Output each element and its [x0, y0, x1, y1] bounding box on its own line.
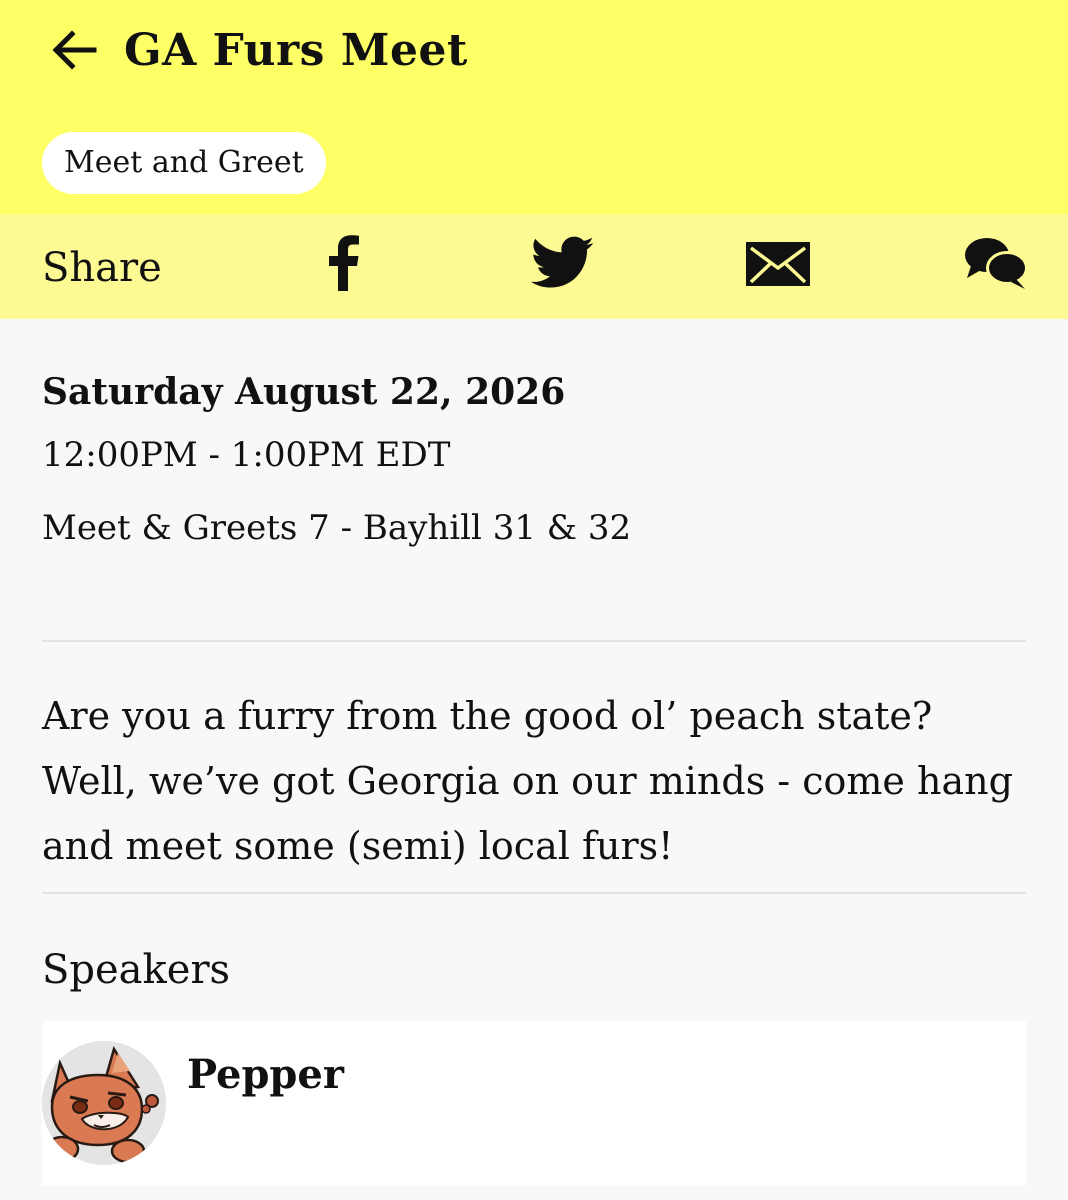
- speaker-name: Pepper: [187, 1051, 344, 1098]
- avatar: [42, 1041, 166, 1165]
- speakers-heading: Speakers: [42, 947, 231, 993]
- speaker-card[interactable]: Pepper: [42, 1021, 1026, 1186]
- event-description: Are you a furry from the good ol’ peach …: [42, 694, 1013, 868]
- share-twitter-button[interactable]: [528, 232, 598, 294]
- event-time: 12:00PM - 1:00PM EDT: [42, 435, 451, 475]
- page-title: GA Furs Meet: [124, 25, 468, 76]
- share-chat-button[interactable]: [960, 232, 1030, 294]
- twitter-icon: [531, 236, 594, 288]
- back-button[interactable]: [44, 22, 104, 78]
- event-location[interactable]: Meet & Greets 7 - Bayhill 31 & 32: [42, 503, 631, 553]
- category-tag[interactable]: Meet and Greet: [42, 132, 326, 194]
- event-header: GA Furs Meet Meet and Greet: [0, 0, 1068, 214]
- email-icon: [746, 242, 810, 286]
- share-facebook-button[interactable]: [316, 232, 368, 294]
- fox-avatar-icon: [42, 1041, 166, 1165]
- arrow-left-icon: [52, 30, 97, 70]
- share-bar: Share: [0, 214, 1068, 319]
- share-email-button[interactable]: [744, 234, 812, 294]
- divider: [42, 892, 1026, 894]
- facebook-icon: [329, 235, 359, 291]
- chat-icon: [965, 238, 1027, 289]
- share-label: Share: [42, 245, 162, 291]
- event-date: Saturday August 22, 2026: [42, 371, 566, 413]
- divider: [42, 640, 1026, 642]
